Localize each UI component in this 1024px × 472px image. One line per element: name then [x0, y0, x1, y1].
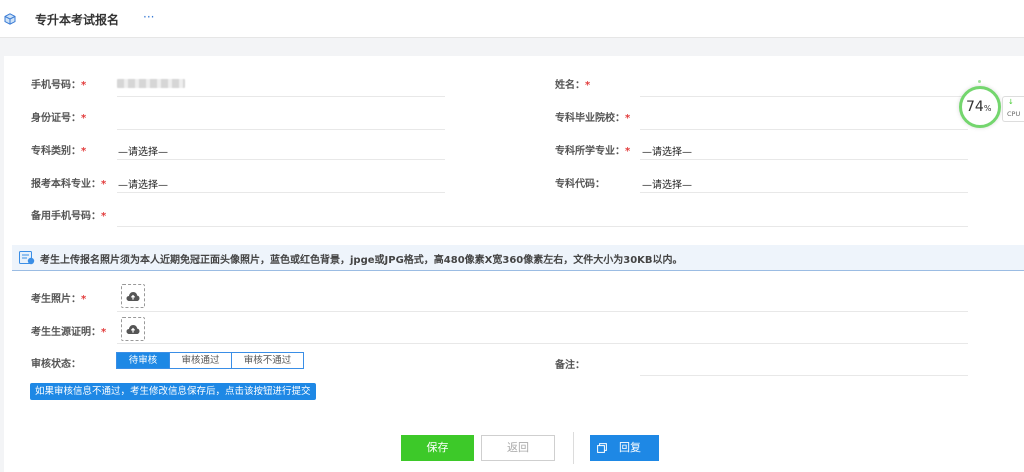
upload-notice: 考生上传报名照片须为本人近期免冠正面头像照片，蓝色或红色背景，jpge或JPG格… [12, 245, 1024, 271]
resubmit-hint-button[interactable]: 如果审核信息不通过，考生修改信息保存后，点击该按钮进行提交 [30, 383, 316, 400]
review-status-segmented: 待审核 审核通过 审核不通过 [116, 352, 304, 369]
cpu-tab[interactable]: ↓ CPU [1002, 96, 1024, 122]
copy-reply-icon [597, 443, 607, 453]
name-label: 姓名：* [555, 80, 591, 91]
code-label: 专科代码： [555, 179, 605, 190]
major-select[interactable]: —请选择— [642, 143, 692, 158]
college-label: 专科毕业院校：* [555, 113, 631, 124]
review-option-pending[interactable]: 待审核 [117, 353, 169, 368]
cpu-label: CPU [1007, 110, 1021, 118]
origin-proof-label: 考生生源证明：* [31, 327, 107, 338]
cpu-usage-widget[interactable]: 74% [959, 86, 1001, 128]
review-option-rejected[interactable]: 审核不通过 [231, 353, 303, 368]
phone-label: 手机号码：* [31, 80, 87, 91]
reply-button[interactable]: 回复 [590, 435, 659, 461]
origin-proof-upload-button[interactable] [121, 317, 145, 341]
photo-label: 考生照片：* [31, 294, 87, 305]
down-arrow-icon: ↓ [1008, 98, 1014, 106]
save-button[interactable]: 保存 [401, 435, 474, 461]
backup-phone-label: 备用手机号码：* [31, 211, 107, 222]
code-select[interactable]: —请选择— [642, 176, 692, 191]
cube-icon [4, 13, 16, 25]
category-select[interactable]: —请选择— [118, 143, 168, 158]
top-bar: 专升本考试报名 ··· [0, 0, 1024, 38]
page-title: 专升本考试报名 [35, 13, 120, 27]
cpu-percent: 74% [966, 99, 992, 115]
more-menu-button[interactable]: ··· [143, 10, 154, 24]
cpu-indicator-dot [978, 80, 981, 83]
remark-label: 备注： [555, 360, 585, 371]
photo-upload-button[interactable] [121, 284, 145, 308]
info-document-icon [19, 251, 35, 265]
phone-value-masked [117, 79, 185, 88]
target-major-select[interactable]: —请选择— [118, 176, 168, 191]
back-button[interactable]: 返回 [481, 435, 555, 461]
reply-label: 回复 [619, 441, 641, 454]
notice-text: 考生上传报名照片须为本人近期免冠正面头像照片，蓝色或红色背景，jpge或JPG格… [40, 255, 683, 266]
major-label: 专科所学专业：* [555, 146, 631, 157]
category-label: 专科类别：* [31, 146, 87, 157]
button-divider [573, 432, 574, 464]
target-major-label: 报考本科专业：* [31, 179, 107, 190]
id-number-label: 身份证号：* [31, 113, 87, 124]
cloud-upload-icon [126, 292, 140, 301]
cloud-upload-icon [126, 325, 140, 334]
review-status-label: 审核状态： [31, 359, 81, 370]
review-option-approved[interactable]: 审核通过 [169, 353, 231, 368]
